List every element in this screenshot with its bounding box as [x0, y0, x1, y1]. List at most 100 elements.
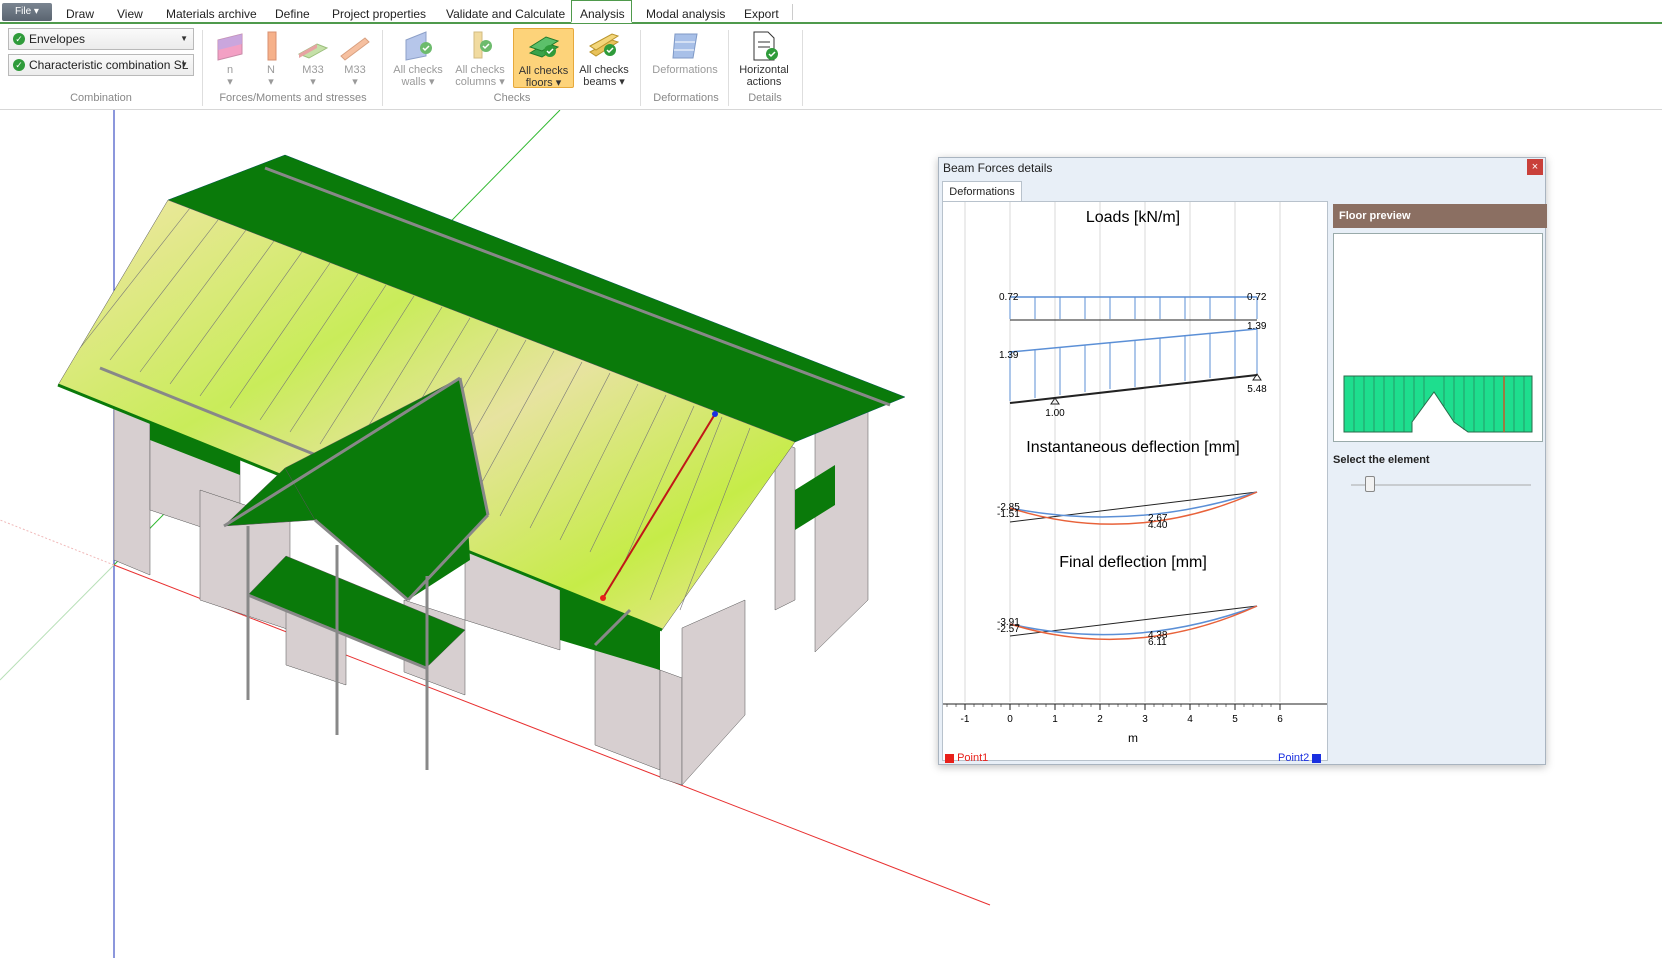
columns-line2: columns ▾: [455, 76, 505, 88]
x-tick-label: 2: [1097, 714, 1103, 725]
wall[interactable]: [659, 669, 683, 786]
force-N-button[interactable]: N ▾: [256, 28, 286, 88]
x-tick-label: 0: [1007, 714, 1013, 725]
group-label-deformations: Deformations: [653, 92, 719, 104]
wall-right[interactable]: [814, 409, 869, 653]
beams-line1: All checks: [579, 64, 629, 76]
point1-marker[interactable]: [600, 595, 606, 601]
tab-validate-calculate[interactable]: Validate and Calculate: [438, 0, 573, 22]
columns-line1: All checks: [455, 64, 505, 76]
envelopes-label: Envelopes: [29, 32, 86, 46]
group-label-checks: Checks: [493, 92, 531, 104]
tab-export[interactable]: Export: [736, 0, 787, 22]
x-tick-label: -1: [961, 714, 970, 725]
file-menu-button[interactable]: File ▾: [2, 3, 52, 21]
x-axis-label: m: [1128, 731, 1138, 745]
horizontal-actions-button[interactable]: Horizontal actions: [734, 28, 794, 88]
floors-line2: floors ▾: [525, 77, 562, 89]
moment-m33-beams-label: M33: [344, 64, 366, 76]
final-label-b: -2.57: [997, 624, 1020, 635]
combination-label: Characteristic combination SL: [29, 58, 189, 72]
group-label-details: Details: [748, 92, 782, 104]
instant-deflection-title: Instantaneous deflection [mm]: [1026, 439, 1239, 456]
wall[interactable]: [681, 599, 746, 786]
tab-view[interactable]: View: [109, 0, 151, 22]
axial-force-icon: [217, 33, 243, 61]
point2-marker[interactable]: [712, 411, 718, 417]
tab-modal-analysis[interactable]: Modal analysis: [638, 0, 733, 22]
point2-swatch: [1312, 753, 1322, 763]
column-check-icon: [473, 31, 492, 59]
inclined-beam: [1009, 374, 1258, 404]
normal-force-icon: [267, 31, 277, 61]
support-right-label: 5.48: [1247, 384, 1267, 395]
instant-curve-blue: [1009, 491, 1258, 518]
group-label-forces: Forces/Moments and stresses: [219, 92, 367, 104]
chevron-down-icon: ▾: [352, 76, 358, 88]
load-top-right: 0.72: [1247, 292, 1267, 303]
x-axis-major-ticks: [964, 704, 1281, 710]
horizontal-actions-line1: Horizontal: [739, 64, 789, 76]
deformations-icon: [672, 33, 698, 59]
x-tick-label: 1: [1052, 714, 1058, 725]
force-n-label: n: [226, 64, 234, 76]
all-checks-walls-button[interactable]: All checks walls ▾: [390, 28, 446, 88]
chevron-down-icon: ▼: [180, 60, 188, 69]
group-separator: [640, 30, 641, 106]
load-top-left: 0.72: [999, 292, 1019, 303]
wall-left[interactable]: [113, 399, 151, 576]
menu-bar: File ▾ Draw View Materials archive Defin…: [0, 0, 1662, 24]
combination-dropdown[interactable]: ✓ Characteristic combination SL ▼: [8, 54, 194, 76]
deformation-plot: Loads [kN/m] 0.72 0.72 1.39 1.39 1.00 5.…: [942, 201, 1328, 761]
inclined-load-top: [1009, 328, 1258, 353]
ribbon: ✓ Envelopes ▼ ✓ Characteristic combinati…: [0, 24, 1662, 110]
moment-m33-walls-button[interactable]: M33 ▾: [294, 28, 332, 88]
deformations-label: Deformations: [652, 64, 718, 76]
all-checks-beams-button[interactable]: All checks beams ▾: [576, 28, 632, 88]
floor-check-icon: [528, 36, 559, 58]
point1-swatch: [945, 753, 954, 763]
all-checks-columns-button[interactable]: All checks columns ▾: [452, 28, 508, 88]
tab-project-properties[interactable]: Project properties: [324, 0, 434, 22]
load-bot-right: 1.39: [1247, 321, 1267, 332]
tab-draw[interactable]: Draw: [58, 0, 102, 22]
tab-analysis[interactable]: Analysis: [571, 0, 632, 23]
floor-preview-header: Floor preview: [1333, 204, 1547, 228]
moment-m33-beams-button[interactable]: M33 ▾: [336, 28, 374, 88]
force-n-button[interactable]: n ▾: [212, 28, 248, 88]
all-checks-floors-button[interactable]: All checks floors ▾: [513, 28, 574, 89]
loads-title: Loads [kN/m]: [1086, 209, 1180, 226]
tab-define[interactable]: Define: [267, 0, 318, 22]
chevron-down-icon: ▾: [227, 76, 233, 88]
support-left-label: 1.00: [1045, 408, 1065, 419]
final-deflection-title: Final deflection [mm]: [1059, 554, 1207, 571]
horizontal-actions-line2: actions: [746, 76, 782, 88]
force-N-label: N: [267, 64, 275, 76]
wall-check-icon: [405, 31, 432, 61]
point1-label: Point1: [957, 752, 989, 764]
group-label-combination: Combination: [70, 92, 132, 104]
tab-materials-archive[interactable]: Materials archive: [158, 0, 265, 22]
load-bot-left: 1.39: [999, 350, 1019, 361]
instant-label-d: 4.40: [1148, 520, 1168, 531]
check-icon: ✓: [13, 59, 25, 71]
deformations-button[interactable]: Deformations: [648, 28, 722, 88]
check-icon: ✓: [13, 33, 25, 45]
envelopes-dropdown[interactable]: ✓ Envelopes ▼: [8, 28, 194, 50]
deformation-chart: Loads [kN/m] 0.72 0.72 1.39 1.39 1.00 5.…: [943, 202, 1327, 745]
chevron-down-icon: ▼: [180, 34, 188, 43]
axis-ghost: [0, 519, 115, 566]
floor-preview: [1333, 233, 1543, 442]
point1-legend: Point1: [945, 752, 988, 764]
tab-deformations[interactable]: Deformations: [942, 181, 1022, 201]
axis-ghost: [0, 564, 115, 681]
beam-forces-dialog[interactable]: Beam Forces details × Deformations Loads…: [938, 157, 1547, 765]
element-slider-thumb[interactable]: [1365, 476, 1375, 492]
walls-line1: All checks: [393, 64, 443, 76]
x-tick-labels: -1 0 1 2 3 4 5 6: [961, 714, 1284, 725]
document-check-icon: [753, 31, 778, 61]
beam-check-icon: [589, 33, 620, 57]
x-tick-label: 3: [1142, 714, 1148, 725]
close-icon[interactable]: ×: [1527, 159, 1543, 175]
element-slider-track[interactable]: [1351, 484, 1531, 486]
